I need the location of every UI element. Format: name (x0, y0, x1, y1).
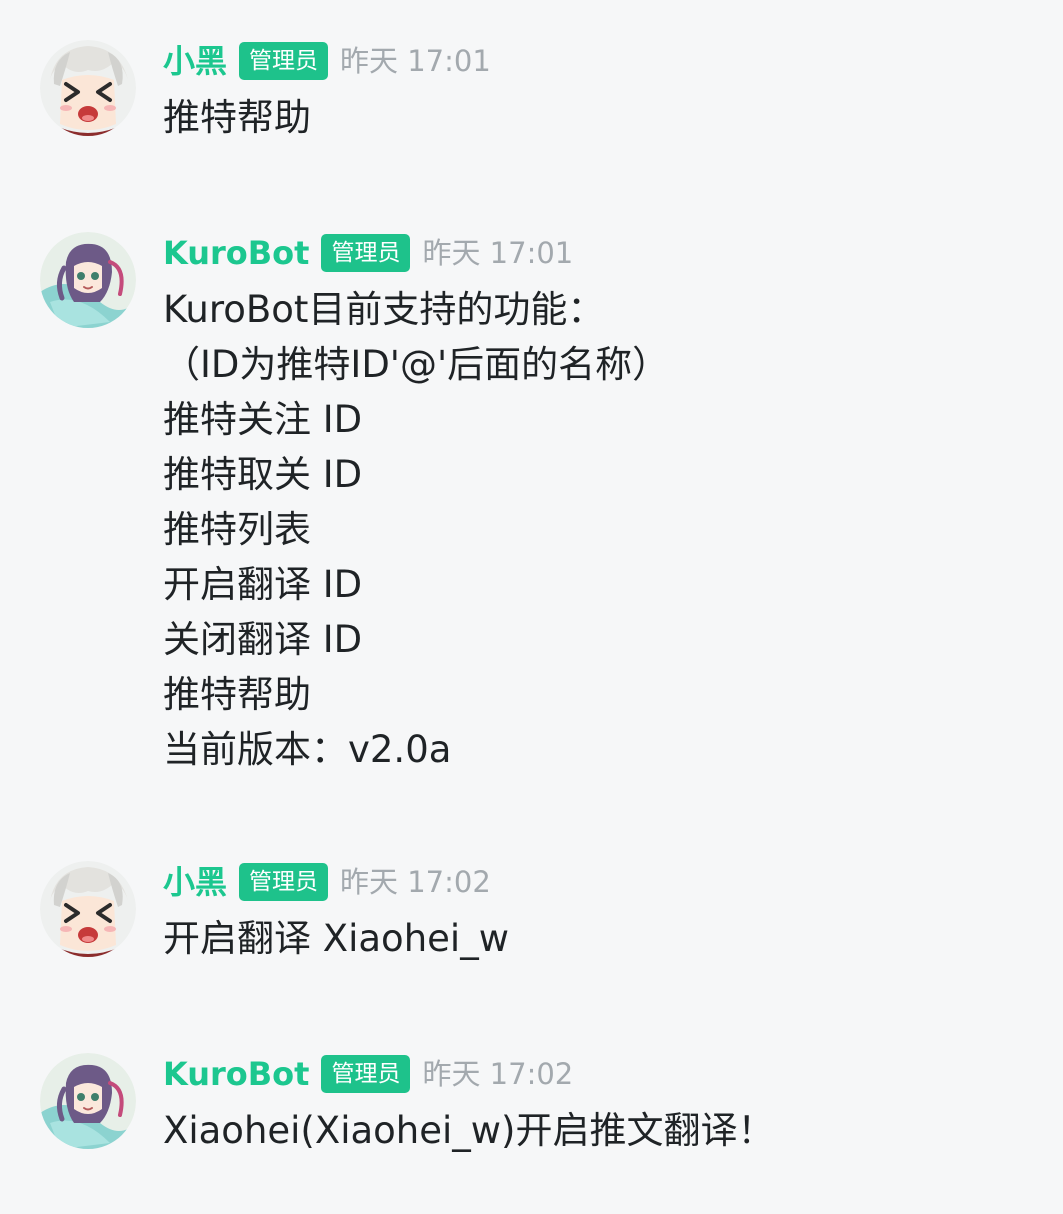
admin-badge: 管理员 (321, 234, 411, 272)
message-line: 推特关注 ID (163, 398, 363, 441)
message-line: 开启翻译 ID (163, 563, 363, 606)
user-avatar-kurobot[interactable] (40, 232, 136, 328)
message-line: 推特列表 (163, 508, 311, 551)
sender-name[interactable]: 小黑 (163, 861, 227, 903)
message-header: 小黑 管理员 昨天 17:01 (163, 40, 491, 82)
sender-name[interactable]: KuroBot (163, 232, 309, 274)
message-body: Xiaohei(Xiaohei_w)开启推文翻译！ (163, 1103, 775, 1158)
message-body: 开启翻译 Xiaohei_w (163, 911, 509, 966)
user-avatar-xiaohei[interactable] (40, 861, 136, 957)
message-line: 推特取关 ID (163, 453, 363, 496)
admin-badge: 管理员 (321, 1055, 411, 1093)
sender-name[interactable]: 小黑 (163, 40, 227, 82)
message-line: 推特帮助 (163, 673, 311, 716)
message-header: KuroBot 管理员 昨天 17:01 (163, 232, 573, 274)
message-timestamp: 昨天 17:01 (340, 44, 491, 78)
anime-avatar-icon (40, 1053, 136, 1149)
message-line: KuroBot目前支持的功能： (163, 288, 605, 331)
message-line: 推特帮助 (163, 96, 311, 139)
message-timestamp: 昨天 17:02 (422, 1057, 574, 1091)
user-avatar-xiaohei[interactable] (40, 40, 136, 136)
anime-avatar-icon (40, 232, 136, 328)
sender-name[interactable]: KuroBot (163, 1053, 309, 1095)
anime-avatar-icon (40, 40, 136, 136)
message-timestamp: 昨天 17:01 (422, 236, 574, 270)
message-line: 当前版本：v2.0a (163, 728, 452, 771)
message-header: 小黑 管理员 昨天 17:02 (163, 861, 491, 903)
chat-message-list: 小黑 管理员 昨天 17:01 推特帮助 KuroBot 管理员 昨天 17:0… (0, 0, 1063, 1214)
user-avatar-kurobot[interactable] (40, 1053, 136, 1149)
message-body: KuroBot目前支持的功能： （ID为推特ID'@'后面的名称） 推特关注 I… (163, 282, 669, 777)
admin-badge: 管理员 (239, 42, 329, 80)
message-timestamp: 昨天 17:02 (340, 865, 491, 899)
message-line: 关闭翻译 ID (163, 618, 363, 661)
anime-avatar-icon (40, 861, 136, 957)
admin-badge: 管理员 (239, 863, 329, 901)
message-line: （ID为推特ID'@'后面的名称） (163, 343, 670, 386)
message-header: KuroBot 管理员 昨天 17:02 (163, 1053, 573, 1095)
message-line: Xiaohei(Xiaohei_w)开启推文翻译！ (163, 1109, 775, 1152)
message-line: 开启翻译 Xiaohei_w (163, 917, 509, 960)
message-body: 推特帮助 (163, 90, 311, 145)
